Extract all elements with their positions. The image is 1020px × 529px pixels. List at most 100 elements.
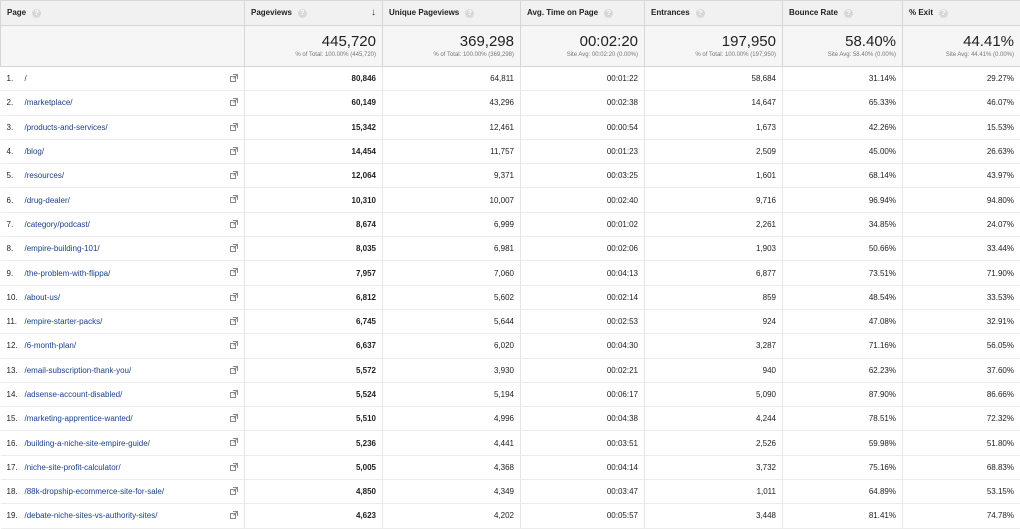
table-row: 13./email-subscription-thank-you/5,5723,… — [1, 358, 1020, 382]
open-external-icon[interactable] — [230, 74, 238, 82]
row-number: 8. — [7, 244, 25, 253]
help-icon[interactable]: ? — [604, 9, 613, 18]
open-external-icon[interactable] — [230, 244, 238, 252]
bounce-rate-cell: 34.85% — [783, 212, 903, 236]
help-icon[interactable]: ? — [298, 9, 307, 18]
exit-cell: 56.05% — [903, 334, 1020, 358]
unique-pageviews-cell: 10,007 — [383, 188, 521, 212]
page-link[interactable]: /adsense-account-disabled/ — [25, 390, 123, 399]
help-icon[interactable]: ? — [939, 9, 948, 18]
exit-cell: 71.90% — [903, 261, 1020, 285]
totals-row: 445,720% of Total: 100.00% (445,720) 369… — [1, 26, 1020, 67]
open-external-icon[interactable] — [230, 438, 238, 446]
total-subtext: % of Total: 100.00% (369,298) — [389, 51, 514, 59]
page-link[interactable]: /empire-building-101/ — [25, 244, 100, 253]
row-number: 12. — [7, 341, 25, 350]
open-external-icon[interactable] — [230, 293, 238, 301]
page-link[interactable]: /products-and-services/ — [25, 123, 108, 132]
col-header-pageviews[interactable]: Pageviews? ↓ — [245, 1, 383, 26]
help-icon[interactable]: ? — [32, 9, 41, 18]
page-cell: 17./niche-site-profit-calculator/ — [1, 455, 245, 479]
page-link[interactable]: /marketing-apprentice-wanted/ — [25, 414, 133, 423]
open-external-icon[interactable] — [230, 390, 238, 398]
unique-pageviews-cell: 5,644 — [383, 309, 521, 333]
page-link[interactable]: /resources/ — [25, 171, 65, 180]
table-row: 19./debate-niche-sites-vs-authority-site… — [1, 504, 1020, 528]
sort-descending-icon[interactable]: ↓ — [371, 7, 376, 18]
open-external-icon[interactable] — [230, 195, 238, 203]
page-link[interactable]: /the-problem-with-flippa/ — [25, 269, 111, 278]
page-link[interactable]: /email-subscription-thank-you/ — [25, 366, 132, 375]
pageviews-cell: 5,236 — [245, 431, 383, 455]
exit-cell: 53.15% — [903, 480, 1020, 504]
row-number: 4. — [7, 147, 25, 156]
col-header-exit[interactable]: % Exit? — [903, 1, 1020, 26]
page-link[interactable]: / — [25, 74, 27, 83]
table-row: 9./the-problem-with-flippa/7,9577,06000:… — [1, 261, 1020, 285]
exit-cell: 24.07% — [903, 212, 1020, 236]
row-number: 5. — [7, 171, 25, 180]
col-header-label: Pageviews — [251, 8, 292, 17]
open-external-icon[interactable] — [230, 147, 238, 155]
page-link[interactable]: /marketplace/ — [25, 98, 73, 107]
col-header-page[interactable]: Page? — [1, 1, 245, 26]
open-external-icon[interactable] — [230, 487, 238, 495]
unique-pageviews-cell: 6,020 — [383, 334, 521, 358]
page-link[interactable]: /debate-niche-sites-vs-authority-sites/ — [25, 511, 158, 520]
open-external-icon[interactable] — [230, 220, 238, 228]
unique-pageviews-cell: 11,757 — [383, 139, 521, 163]
page-link[interactable]: /niche-site-profit-calculator/ — [25, 463, 121, 472]
unique-pageviews-cell: 43,296 — [383, 91, 521, 115]
page-link[interactable]: /blog/ — [25, 147, 45, 156]
open-external-icon[interactable] — [230, 463, 238, 471]
page-cell: 1./ — [1, 67, 245, 91]
table-row: 10./about-us/6,8125,60200:02:1485948.54%… — [1, 285, 1020, 309]
page-link[interactable]: /6-month-plan/ — [25, 341, 77, 350]
totals-label-cell — [1, 26, 245, 67]
total-unique-pageviews: 369,298% of Total: 100.00% (369,298) — [383, 26, 521, 67]
total-value: 00:02:20 — [527, 33, 638, 51]
page-link[interactable]: /about-us/ — [25, 293, 61, 302]
avg-time-cell: 00:01:23 — [521, 139, 645, 163]
analytics-table: Page? Pageviews? ↓ Unique Pageviews? Avg.… — [0, 0, 1020, 529]
page-link[interactable]: /building-a-niche-site-empire-guide/ — [25, 439, 150, 448]
open-external-icon[interactable] — [230, 317, 238, 325]
open-external-icon[interactable] — [230, 341, 238, 349]
help-icon[interactable]: ? — [465, 9, 474, 18]
pageviews-cell: 8,035 — [245, 237, 383, 261]
col-header-bounce-rate[interactable]: Bounce Rate? — [783, 1, 903, 26]
open-external-icon[interactable] — [230, 123, 238, 131]
page-link[interactable]: /empire-starter-packs/ — [25, 317, 103, 326]
table-row: 15./marketing-apprentice-wanted/5,5104,9… — [1, 407, 1020, 431]
open-external-icon[interactable] — [230, 98, 238, 106]
open-external-icon[interactable] — [230, 171, 238, 179]
bounce-rate-cell: 81.41% — [783, 504, 903, 528]
page-link[interactable]: /category/podcast/ — [25, 220, 90, 229]
pageviews-cell: 5,005 — [245, 455, 383, 479]
table-row: 4./blog/14,45411,75700:01:232,50945.00%2… — [1, 139, 1020, 163]
entrances-cell: 14,647 — [645, 91, 783, 115]
page-link[interactable]: /drug-dealer/ — [25, 196, 70, 205]
help-icon[interactable]: ? — [844, 9, 853, 18]
entrances-cell: 924 — [645, 309, 783, 333]
table-row: 11./empire-starter-packs/6,7455,64400:02… — [1, 309, 1020, 333]
open-external-icon[interactable] — [230, 366, 238, 374]
total-value: 445,720 — [251, 33, 376, 51]
table-row: 2./marketplace/60,14943,29600:02:3814,64… — [1, 91, 1020, 115]
help-icon[interactable]: ? — [696, 9, 705, 18]
table-row: 1./80,84664,81100:01:2258,68431.14%29.27… — [1, 67, 1020, 91]
page-link[interactable]: /88k-dropship-ecommerce-site-for-sale/ — [25, 487, 165, 496]
col-header-avg-time[interactable]: Avg. Time on Page? — [521, 1, 645, 26]
entrances-cell: 2,526 — [645, 431, 783, 455]
open-external-icon[interactable] — [230, 414, 238, 422]
unique-pageviews-cell: 4,349 — [383, 480, 521, 504]
pageviews-cell: 6,812 — [245, 285, 383, 309]
pageviews-cell: 60,149 — [245, 91, 383, 115]
entrances-cell: 3,287 — [645, 334, 783, 358]
open-external-icon[interactable] — [230, 268, 238, 276]
open-external-icon[interactable] — [230, 511, 238, 519]
table-row: 16./building-a-niche-site-empire-guide/5… — [1, 431, 1020, 455]
col-header-entrances[interactable]: Entrances? — [645, 1, 783, 26]
bounce-rate-cell: 50.66% — [783, 237, 903, 261]
col-header-unique-pageviews[interactable]: Unique Pageviews? — [383, 1, 521, 26]
